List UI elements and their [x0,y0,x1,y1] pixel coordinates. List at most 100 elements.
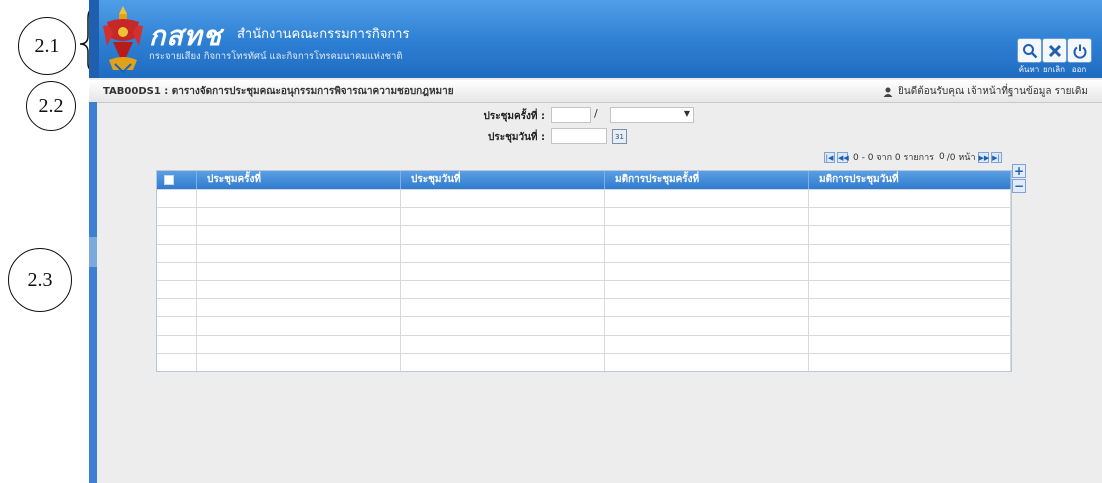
table-cell [605,262,809,280]
row-select-cell[interactable] [157,335,197,353]
search-button[interactable] [1017,38,1042,63]
header-left-stripe [89,0,99,78]
meeting-date-input[interactable] [551,128,607,144]
app-header: กสทช สำนักงานคณะกรรมการกิจการ กระจายเสีย… [89,0,1102,78]
logout-button[interactable] [1067,38,1092,63]
add-row-button[interactable]: + [1012,164,1026,178]
table-cell [401,208,605,226]
table-cell [605,353,809,371]
pager-page-total: /0 หน้า [946,153,976,163]
first-page-button[interactable]: |◀ [824,151,835,163]
search-icon [1022,43,1037,58]
next-page-button[interactable]: ▶▶ [977,151,989,163]
remove-row-button[interactable]: − [1012,179,1026,193]
table-cell [809,208,1011,226]
row-select-cell[interactable] [157,317,197,335]
table-cell [197,299,401,317]
row-select-cell[interactable] [157,208,197,226]
row-select-cell[interactable] [157,190,197,208]
table-row[interactable] [157,225,1011,244]
column-header-meeting-date[interactable]: ประชุมวันที่ [401,171,605,189]
app-window: กสทช สำนักงานคณะกรรมการกิจการ กระจายเสีย… [89,0,1102,483]
table-cell [401,317,605,335]
meeting-no-input[interactable] [551,107,591,123]
table-cell [197,335,401,353]
pager-page-input[interactable]: 0 [939,152,945,162]
chevron-down-icon: ▼ [683,109,690,118]
cancel-button[interactable] [1042,38,1067,63]
row-select-cell[interactable] [157,244,197,262]
table-cell [197,208,401,226]
prev-page-button[interactable]: ◀◀ [837,151,849,163]
table-row[interactable] [157,243,1011,262]
column-header-meeting-no[interactable]: ประชุมครั้งที่ [197,171,401,189]
welcome-text: ยินดีต้อนรับคุณ เจ้าหน้าที่ฐานข้อมูล ราย… [898,86,1088,97]
last-page-button[interactable]: ▶| [990,151,1002,163]
table-cell [197,190,401,208]
table-cell [401,244,605,262]
table-cell [809,190,1011,208]
meetings-table: ประชุมครั้งที่ ประชุมวันที่ มติการประชุม… [156,170,1012,372]
table-cell [809,317,1011,335]
table-cell [605,280,809,299]
table-cell [809,335,1011,353]
meeting-year-select[interactable]: ▼ [610,107,694,123]
left-rail [89,102,97,483]
meeting-date-label: ประชุมวันที่ : [488,132,545,143]
table-cell [809,299,1011,317]
table-cell [605,190,809,208]
pager-range: 0 - 0 จาก 0 รายการ [853,153,935,163]
org-subtitle: กระจายเสียง กิจการโทรทัศน์ และกิจการโทรค… [149,51,403,62]
table-cell [197,244,401,262]
column-header-resolution-no[interactable]: มติการประชุมครั้งที่ [605,171,809,189]
table-row[interactable] [157,279,1011,299]
table-cell [605,208,809,226]
rail-toggle-handle[interactable] [89,237,97,267]
user-icon [883,87,893,97]
table-cell [809,353,1011,371]
table-cell [605,317,809,335]
table-cell [605,299,809,317]
select-all-cell [157,171,197,189]
column-header-resolution-date[interactable]: มติการประชุมวันที่ [809,171,1011,189]
table-cell [197,317,401,335]
table-row[interactable] [157,261,1011,280]
row-select-cell[interactable] [157,280,197,299]
table-cell [401,299,605,317]
table-cell [197,226,401,244]
table-body [157,189,1011,371]
table-cell [401,262,605,280]
close-icon [1048,44,1061,57]
row-select-cell[interactable] [157,353,197,371]
table-cell [401,190,605,208]
table-cell [809,226,1011,244]
table-cell [401,353,605,371]
table-row[interactable] [157,352,1011,371]
table-cell [605,335,809,353]
power-icon [1073,44,1086,59]
select-all-checkbox[interactable] [164,175,174,185]
garuda-emblem-icon [103,6,143,74]
table-row[interactable] [157,298,1011,317]
meeting-no-label: ประชุมครั้งที่ : [483,111,545,122]
table-cell [809,280,1011,299]
row-select-cell[interactable] [157,262,197,280]
table-row[interactable] [157,316,1011,335]
org-title: สำนักงานคณะกรรมการกิจการ [237,27,410,42]
table-row[interactable] [157,334,1011,353]
table-cell [401,335,605,353]
table-cell [197,280,401,299]
table-row[interactable] [157,207,1011,226]
table-cell [197,262,401,280]
screen-title: TAB00DS1 : ตารางจัดการประชุมคณะอนุกรรมกา… [103,86,454,97]
table-cell [401,226,605,244]
table-header: ประชุมครั้งที่ ประชุมวันที่ มติการประชุม… [157,171,1011,189]
calendar-icon[interactable]: 31 [612,129,627,144]
pagination: |◀ ◀◀ 0 - 0 จาก 0 รายการ 0 /0 หน้า ▶▶ ▶| [824,150,1002,164]
row-select-cell[interactable] [157,299,197,317]
table-row[interactable] [157,189,1011,208]
table-cell [605,226,809,244]
row-select-cell[interactable] [157,226,197,244]
table-cell [401,280,605,299]
table-cell [809,262,1011,280]
